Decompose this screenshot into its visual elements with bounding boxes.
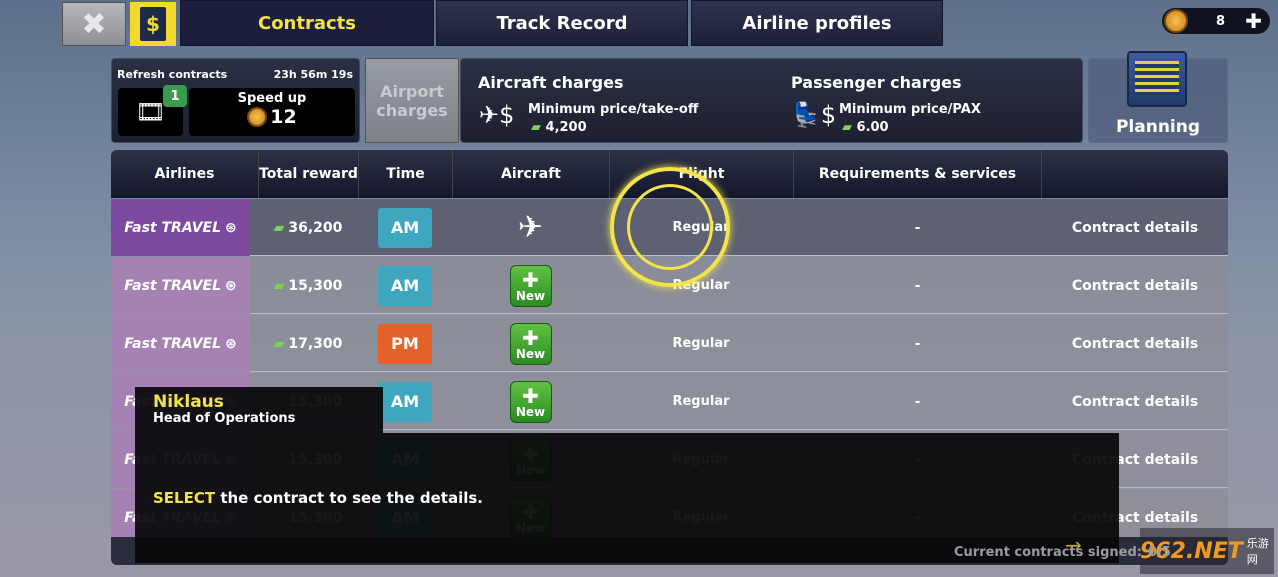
new-aircraft-button[interactable]: ✚New: [509, 322, 552, 365]
tab-track-record[interactable]: Track Record: [436, 0, 688, 46]
table-row[interactable]: Fast TRAVEL ⊛ ▰ 17,300 PM ✚ New Regular - C…: [111, 315, 1228, 372]
speed-up-cost: 12: [270, 106, 297, 128]
tutorial-speaker: Niklaus Head of Operations: [135, 387, 383, 433]
tutorial-dialog[interactable]: SELECT the contract to see the details. …: [135, 433, 1119, 563]
planning-label: Planning: [1115, 117, 1201, 137]
tab-airline-profiles[interactable]: Airline profiles: [691, 0, 943, 46]
time-badge: AM: [378, 381, 432, 422]
contracts-signed-label: Current contracts signed:: [954, 545, 1142, 560]
contract-details-link[interactable]: Contract details: [1042, 257, 1228, 314]
tutorial-highlight: SELECT: [153, 489, 216, 507]
contracts-icon: $: [130, 2, 176, 46]
airport-charges-button[interactable]: Airport charges: [365, 58, 459, 143]
requirements: -: [914, 335, 921, 352]
header-airlines: Airlines: [154, 166, 215, 182]
cash-icon: ▰: [273, 335, 285, 352]
globe-icon: ⊛: [225, 335, 237, 352]
contract-details-link[interactable]: Contract details: [1042, 373, 1228, 430]
header-requirements: Requirements & services: [793, 150, 1042, 198]
speaker-name: Niklaus: [153, 392, 224, 412]
airline-logo: Fast TRAVEL⊛: [111, 199, 250, 256]
tab-contracts[interactable]: Contracts: [180, 0, 434, 46]
time-badge: AM: [378, 207, 432, 248]
time-badge: AM: [378, 265, 432, 306]
header-aircraft: Aircraft: [452, 150, 609, 198]
cash-icon: ▰: [531, 120, 546, 135]
watch-video-button[interactable]: 🎞 1: [118, 85, 187, 136]
watermark-sub: 乐游网: [1246, 537, 1269, 566]
requirements: -: [914, 277, 921, 294]
speaker-role: Head of Operations: [153, 411, 296, 426]
cash-icon: ▰: [273, 219, 285, 236]
refresh-panel: Refresh contracts 23h 56m 19s 🎞 1 Speed …: [111, 58, 360, 143]
departure-board-icon: [1127, 51, 1187, 107]
speed-up-button[interactable]: Speed up 12: [189, 88, 355, 136]
coin-icon: [1164, 9, 1188, 33]
passenger-charges-title: Passenger charges: [791, 73, 962, 92]
currency-amount: 8: [1216, 13, 1226, 29]
refresh-timer: 23h 56m 19s: [273, 68, 353, 81]
new-aircraft-button[interactable]: ✚New: [509, 264, 552, 307]
airline-name: Fast TRAVEL: [124, 219, 222, 236]
aircraft-new-label: New: [515, 404, 546, 419]
cash-icon: ▰: [842, 120, 857, 135]
coin-icon: [247, 107, 268, 127]
tap-highlight-inner: [627, 184, 713, 270]
contract-details-link[interactable]: Contract details: [1042, 199, 1228, 256]
header-time: Time: [358, 150, 452, 198]
header-total-reward: Total reward: [258, 150, 358, 198]
speed-up-label: Speed up: [237, 91, 307, 106]
airline-name: Fast TRAVEL: [124, 277, 222, 294]
reward-value: 15,300: [288, 277, 343, 294]
airline-name: Fast TRAVEL: [124, 335, 222, 352]
globe-icon: ⊛: [225, 219, 237, 236]
refresh-label: Refresh contracts: [117, 68, 228, 81]
cash-icon: ▰: [273, 277, 285, 294]
video-badge: 1: [163, 85, 187, 107]
close-button[interactable]: ✖: [62, 2, 126, 46]
time-badge: PM: [378, 323, 432, 364]
flight-type: Regular: [672, 336, 730, 351]
currency-pill: 8 ✚: [1162, 8, 1270, 34]
aircraft-charges-value: 4,200: [545, 120, 587, 135]
contracts-signed-value: 0/5: [1148, 545, 1171, 560]
seat-money-icon: 💺$: [791, 101, 837, 129]
aircraft-new-label: New: [515, 346, 546, 361]
total-reward: ▰ 17,300: [258, 315, 358, 372]
passenger-charges-value: 6.00: [856, 120, 889, 135]
new-aircraft-button[interactable]: ✚New: [509, 380, 552, 423]
aircraft-new-label: New: [515, 288, 546, 303]
plus-plane-icon: ✚: [522, 383, 539, 408]
contract-details-link[interactable]: Contract details: [1042, 315, 1228, 372]
total-reward: ▰ 36,200: [258, 199, 358, 256]
tutorial-message: the contract to see the details.: [215, 489, 483, 507]
plus-plane-icon: ✚: [522, 325, 539, 350]
plane-money-icon: ✈$: [479, 101, 515, 129]
total-reward: ▰15,300: [258, 257, 358, 314]
airline-logo: Fast TRAVEL⊛: [111, 257, 250, 314]
plus-plane-icon: ✚: [522, 267, 539, 292]
requirements: -: [914, 219, 921, 236]
airline-logo: Fast TRAVEL⊛: [111, 315, 250, 372]
add-currency-button[interactable]: ✚: [1245, 9, 1262, 33]
planning-button[interactable]: Planning: [1088, 51, 1228, 143]
passenger-charges-sub: Minimum price/PAX: [839, 102, 981, 117]
film-play-icon: 🎞: [135, 98, 166, 126]
reward-value: 17,300: [288, 335, 343, 352]
aircraft-charges-sub: Minimum price/take-off: [528, 102, 699, 117]
reward-value: 36,200: [288, 219, 343, 236]
aircraft-charges-title: Aircraft charges: [478, 73, 624, 92]
charges-panel: Aircraft charges ✈$ Minimum price/take-o…: [460, 58, 1083, 143]
requirements: -: [914, 393, 921, 410]
airplane-icon: ✈: [517, 210, 544, 245]
flight-type: Regular: [672, 394, 730, 409]
globe-icon: ⊛: [225, 277, 237, 294]
